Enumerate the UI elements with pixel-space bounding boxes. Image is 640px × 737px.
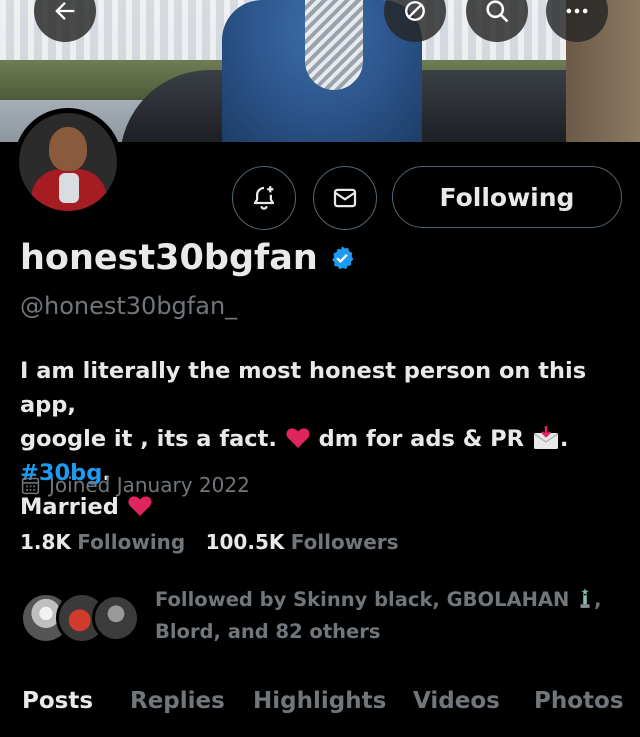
- profile-tabs: Posts Replies Highlights Videos Photos: [0, 670, 640, 737]
- tab-highlights[interactable]: Highlights: [253, 688, 386, 714]
- tab-photos[interactable]: Photos: [534, 688, 624, 714]
- avatar-face: [49, 127, 87, 171]
- arrow-left-icon: [55, 2, 75, 20]
- verified-badge-icon[interactable]: [328, 244, 356, 272]
- more-horizontal-icon: [566, 8, 588, 14]
- following-count: 1.8K: [20, 530, 71, 554]
- followers-stat[interactable]: 100.5K Followers: [206, 530, 399, 554]
- bio-text: google it , its a fact.: [20, 426, 277, 452]
- joined-text: Joined January 2022: [49, 473, 250, 497]
- bell-plus-icon: [253, 186, 275, 210]
- incoming-envelope-icon: [533, 426, 558, 449]
- red-heart-icon: [128, 496, 152, 516]
- following-stat[interactable]: 1.8K Following: [20, 530, 185, 554]
- envelope-icon: [333, 188, 357, 208]
- statue-of-liberty-icon: [580, 588, 590, 608]
- display-name: honest30bgfan: [20, 238, 356, 278]
- avatar[interactable]: [14, 108, 122, 216]
- banner-chain: [305, 0, 363, 90]
- followers-label: Followers: [290, 530, 399, 554]
- follow-stats: 1.8K Following 100.5K Followers: [20, 530, 399, 554]
- following-label: Following: [77, 530, 186, 554]
- display-name-text: honest30bgfan: [20, 238, 318, 278]
- mute-slash-icon: [405, 1, 425, 21]
- bio: I am literally the most honest person on…: [20, 354, 630, 524]
- search-icon: [486, 0, 509, 23]
- followers-count: 100.5K: [205, 530, 285, 554]
- avatar-pendant: [59, 173, 79, 203]
- tab-posts[interactable]: Posts: [22, 688, 93, 714]
- handle: @honest30bgfan_: [20, 292, 238, 320]
- followed-by-line-2: Blord, and 82 others: [155, 620, 381, 643]
- message-button[interactable]: [313, 166, 377, 230]
- red-heart-icon: [286, 428, 310, 448]
- following-button[interactable]: Following: [392, 166, 622, 228]
- tab-replies[interactable]: Replies: [130, 688, 225, 714]
- notify-button[interactable]: [232, 166, 296, 230]
- bio-text: Married: [20, 494, 119, 520]
- bio-line-1: I am literally the most honest person on…: [20, 358, 587, 418]
- tab-videos[interactable]: Videos: [413, 688, 500, 714]
- followed-by-text[interactable]: Followed by Skinny black, GBOLAHAN , Blo…: [155, 584, 615, 648]
- bio-text: dm for ads & PR: [318, 426, 524, 452]
- calendar-icon: [21, 477, 40, 494]
- joined-date: Joined January 2022: [20, 473, 250, 497]
- bio-text: .: [559, 426, 569, 452]
- followed-by-line-1: Followed by Skinny black, GBOLAHAN ,: [155, 584, 615, 616]
- avatar: [92, 594, 140, 642]
- followed-by-suffix: ,: [594, 588, 602, 611]
- followed-by-names: Followed by Skinny black, GBOLAHAN: [155, 588, 570, 611]
- followed-by-avatars[interactable]: [20, 592, 140, 644]
